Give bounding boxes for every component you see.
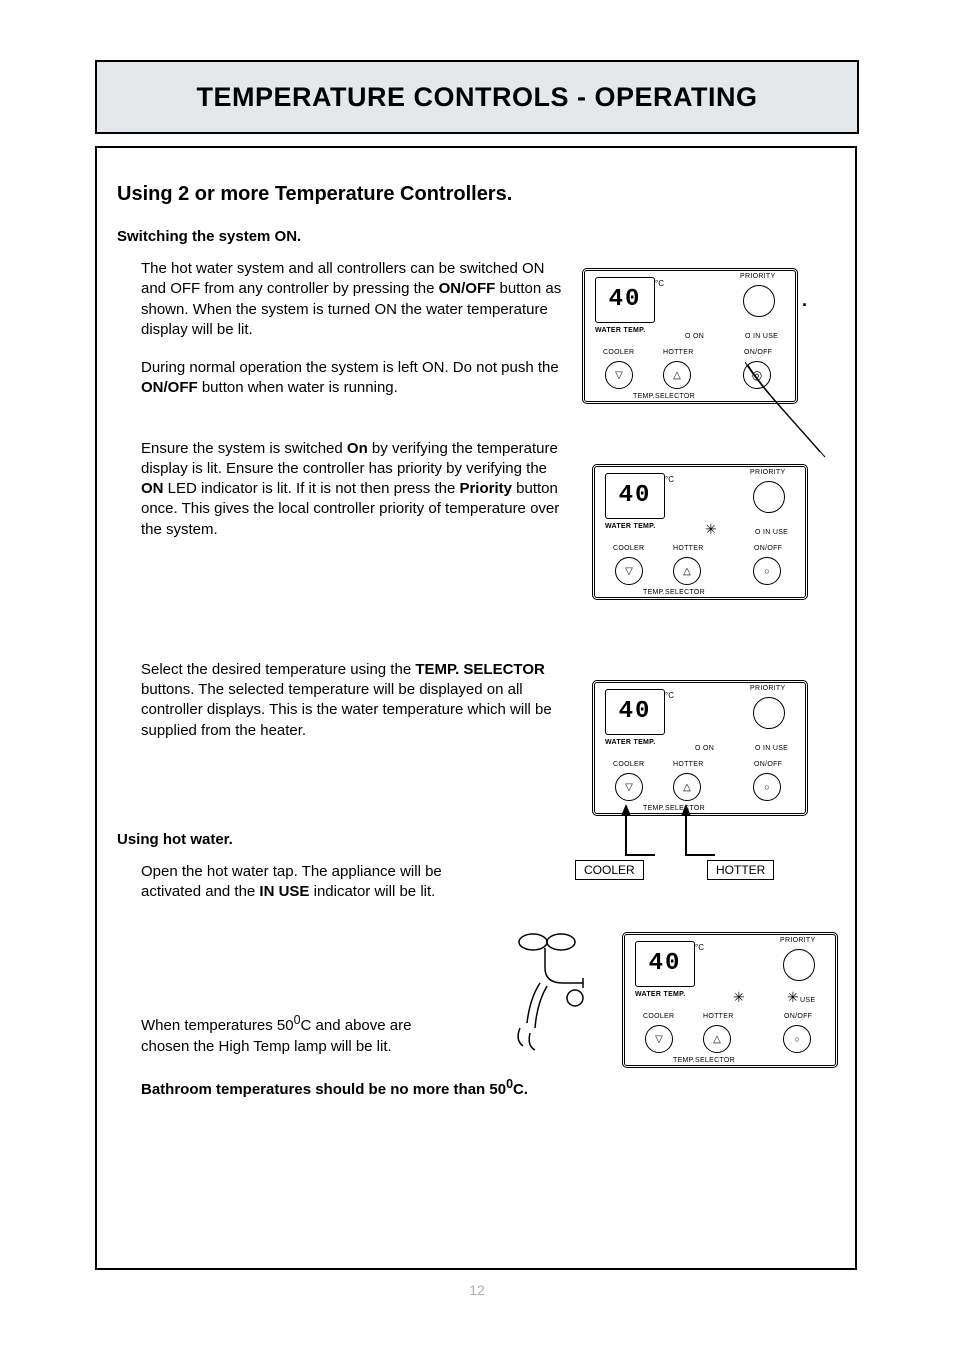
page-title: TEMPERATURE CONTROLS - OPERATING: [197, 82, 758, 113]
title-banner: TEMPERATURE CONTROLS - OPERATING: [95, 60, 859, 134]
priority-button-icon: [783, 949, 815, 981]
onoff-button-icon: [753, 773, 781, 801]
hotter-button-icon: [663, 361, 691, 389]
cooler-button-icon: [615, 773, 643, 801]
hotter-callout: HOTTER: [707, 860, 774, 880]
priority-button-icon: [753, 697, 785, 729]
switching-on-heading: Switching the system ON.: [117, 228, 835, 245]
bathroom-warning: Bathroom temperatures should be no more …: [141, 1077, 835, 1098]
cooler-button-icon: [605, 361, 633, 389]
controller-diagram-inuse: 40 °C PRIORITY WATER TEMP. ✳ ✳ USE COOLE…: [622, 932, 838, 1068]
paragraph-3: Ensure the system is switched On by veri…: [141, 439, 571, 540]
paragraph-1: The hot water system and all controllers…: [141, 259, 571, 340]
temp-display: 40: [605, 473, 665, 519]
arrow-line: [625, 816, 627, 856]
content-box: Using 2 or more Temperature Controllers.…: [95, 146, 857, 1270]
temp-display: 40: [635, 941, 695, 987]
onoff-button-icon: [753, 557, 781, 585]
priority-button-icon: [753, 481, 785, 513]
section-title: Using 2 or more Temperature Controllers.: [117, 183, 835, 206]
paragraph-6: When temperatures 500C and above are cho…: [141, 1012, 461, 1057]
controller-diagram-priority: 40 °C PRIORITY WATER TEMP. ✳ O IN USE CO…: [592, 464, 808, 600]
on-led-spark-icon: ✳: [733, 990, 745, 1004]
arrow-line: [685, 854, 715, 856]
inuse-led-spark-icon: ✳: [787, 990, 799, 1004]
cooler-button-icon: [615, 557, 643, 585]
hotter-button-icon: [703, 1025, 731, 1053]
hotter-button-icon: [673, 557, 701, 585]
arrow-up-icon: [681, 804, 691, 816]
temp-display: 40: [595, 277, 655, 323]
using-hotwater-heading: Using hot water.: [117, 831, 835, 848]
cooler-callout: COOLER: [575, 860, 644, 880]
faucet-icon: [505, 928, 615, 1068]
paragraph-2: During normal operation the system is le…: [141, 358, 571, 399]
hotter-button-icon: [673, 773, 701, 801]
page-number: 12: [0, 1282, 954, 1298]
pointing-hand-icon: [745, 362, 835, 462]
paragraph-4: Select the desired temperature using the…: [141, 660, 571, 741]
cooler-button-icon: [645, 1025, 673, 1053]
dot: .: [802, 290, 807, 311]
on-led-spark-icon: ✳: [705, 522, 717, 536]
arrow-up-icon: [621, 804, 631, 816]
controller-diagram-selector: 40 °C PRIORITY WATER TEMP. O ON O IN USE…: [592, 680, 808, 816]
temp-display: 40: [605, 689, 665, 735]
arrow-line: [625, 854, 655, 856]
arrow-line: [685, 816, 687, 856]
priority-button-icon: [743, 285, 775, 317]
paragraph-5: Open the hot water tap. The appliance wi…: [141, 862, 461, 903]
onoff-button-icon: [783, 1025, 811, 1053]
